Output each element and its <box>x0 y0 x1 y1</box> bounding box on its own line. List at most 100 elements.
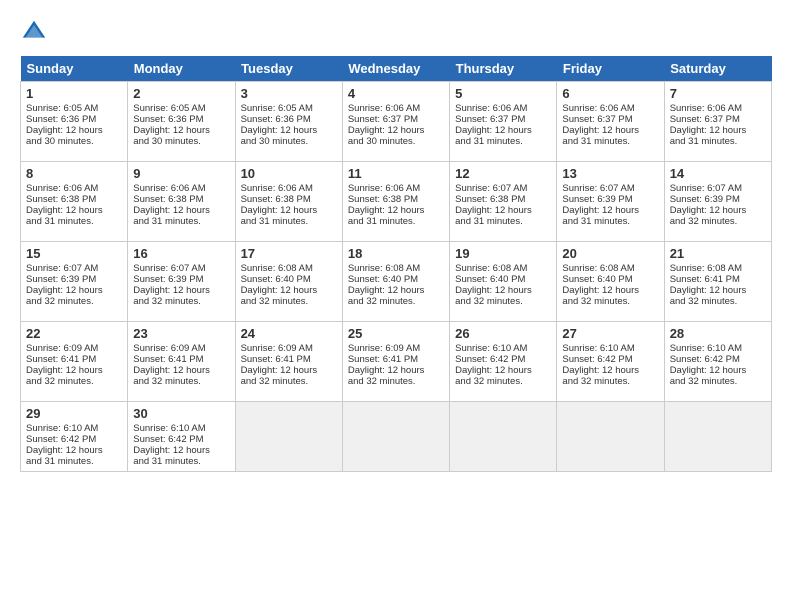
cell-info: Sunrise: 6:07 AM <box>562 183 658 194</box>
calendar-cell: 6Sunrise: 6:06 AMSunset: 6:37 PMDaylight… <box>557 82 664 162</box>
day-number: 17 <box>241 246 337 261</box>
day-number: 20 <box>562 246 658 261</box>
cell-info: and 31 minutes. <box>26 216 122 227</box>
calendar-cell: 20Sunrise: 6:08 AMSunset: 6:40 PMDayligh… <box>557 242 664 322</box>
day-number: 2 <box>133 86 229 101</box>
cell-info: Daylight: 12 hours <box>670 205 766 216</box>
day-number: 22 <box>26 326 122 341</box>
week-row-3: 15 Sunrise: 6:07 AMSunset: 6:39 PM Dayligh… <box>21 242 772 322</box>
cell-info: Daylight: 12 hours <box>241 205 337 216</box>
cell-info: Sunrise: 6:08 AM <box>562 263 658 274</box>
cell-info: Daylight: 12 hours <box>348 285 444 296</box>
cell-info: Sunrise: 6:10 AM <box>133 423 229 434</box>
day-header-saturday: Saturday <box>664 56 771 82</box>
calendar-cell: 1Sunrise: 6:05 AMSunset: 6:36 PMDaylight… <box>21 82 128 162</box>
cell-info: Sunset: 6:37 PM <box>670 114 766 125</box>
calendar-cell: 24Sunrise: 6:09 AMSunset: 6:41 PMDayligh… <box>235 322 342 402</box>
cell-info: Daylight: 12 hours <box>133 125 229 136</box>
cell-info: and 32 minutes. <box>455 376 551 387</box>
cell-info: Sunset: 6:38 PM <box>133 194 229 205</box>
cell-info: Sunset: 6:37 PM <box>348 114 444 125</box>
cell-info: and 32 minutes. <box>670 296 766 307</box>
cell-info: and 32 minutes. <box>562 296 658 307</box>
day-number: 26 <box>455 326 551 341</box>
cell-info: and 31 minutes. <box>562 216 658 227</box>
cell-info: Sunset: 6:39 PM <box>26 274 122 285</box>
cell-info: Daylight: 12 hours <box>133 445 229 456</box>
cell-info: Sunrise: 6:07 AM <box>26 263 122 274</box>
cell-info: Sunrise: 6:09 AM <box>26 343 122 354</box>
cell-info: Sunrise: 6:06 AM <box>670 103 766 114</box>
cell-info: Sunset: 6:37 PM <box>562 114 658 125</box>
cell-info: and 32 minutes. <box>133 376 229 387</box>
cell-info: and 32 minutes. <box>670 376 766 387</box>
cell-info: Sunset: 6:39 PM <box>562 194 658 205</box>
calendar-cell: 16Sunrise: 6:07 AMSunset: 6:39 PMDayligh… <box>128 242 235 322</box>
cell-info: Daylight: 12 hours <box>26 445 122 456</box>
cell-info: Daylight: 12 hours <box>133 285 229 296</box>
cell-info: Daylight: 12 hours <box>455 365 551 376</box>
cell-info: Sunrise: 6:06 AM <box>133 183 229 194</box>
cell-info: Daylight: 12 hours <box>562 365 658 376</box>
calendar-cell: 17Sunrise: 6:08 AMSunset: 6:40 PMDayligh… <box>235 242 342 322</box>
cell-info: Daylight: 12 hours <box>670 125 766 136</box>
cell-info: Sunrise: 6:07 AM <box>670 183 766 194</box>
header <box>20 18 772 46</box>
calendar-cell: 22Sunrise: 6:09 AMSunset: 6:41 PMDayligh… <box>21 322 128 402</box>
day-number: 11 <box>348 166 444 181</box>
cell-info: Sunrise: 6:06 AM <box>241 183 337 194</box>
calendar-cell: 7 Sunrise: 6:06 AMSunset: 6:37 PMDaylight… <box>664 82 771 162</box>
day-number: 16 <box>133 246 229 261</box>
cell-info: Sunset: 6:37 PM <box>455 114 551 125</box>
cell-info: Daylight: 12 hours <box>26 365 122 376</box>
cell-info: and 30 minutes. <box>348 136 444 147</box>
day-number: 4 <box>348 86 444 101</box>
day-header-wednesday: Wednesday <box>342 56 449 82</box>
day-number: 15 <box>26 246 122 261</box>
week-row-5: 29Sunrise: 6:10 AMSunset: 6:42 PMDayligh… <box>21 402 772 472</box>
cell-info: and 31 minutes. <box>348 216 444 227</box>
day-header-friday: Friday <box>557 56 664 82</box>
calendar-cell: 21Sunrise: 6:08 AMSunset: 6:41 PMDayligh… <box>664 242 771 322</box>
cell-info: and 32 minutes. <box>348 296 444 307</box>
calendar-cell: 29Sunrise: 6:10 AMSunset: 6:42 PMDayligh… <box>21 402 128 472</box>
cell-info: Sunrise: 6:10 AM <box>670 343 766 354</box>
cell-info: and 31 minutes. <box>562 136 658 147</box>
calendar-cell: 26Sunrise: 6:10 AMSunset: 6:42 PMDayligh… <box>450 322 557 402</box>
page: SundayMondayTuesdayWednesdayThursdayFrid… <box>0 0 792 612</box>
calendar-cell: 25Sunrise: 6:09 AMSunset: 6:41 PMDayligh… <box>342 322 449 402</box>
cell-info: Daylight: 12 hours <box>670 365 766 376</box>
day-number: 7 <box>670 86 766 101</box>
cell-info: Daylight: 12 hours <box>670 285 766 296</box>
cell-info: Daylight: 12 hours <box>348 125 444 136</box>
day-number: 5 <box>455 86 551 101</box>
cell-info: and 32 minutes. <box>241 296 337 307</box>
cell-info: Sunset: 6:36 PM <box>241 114 337 125</box>
day-number: 27 <box>562 326 658 341</box>
cell-info: Sunset: 6:40 PM <box>455 274 551 285</box>
cell-info: Sunset: 6:36 PM <box>133 114 229 125</box>
cell-info: Daylight: 12 hours <box>562 125 658 136</box>
day-number: 21 <box>670 246 766 261</box>
cell-info: Sunrise: 6:06 AM <box>348 183 444 194</box>
cell-info: Daylight: 12 hours <box>241 285 337 296</box>
cell-info: Sunset: 6:41 PM <box>133 354 229 365</box>
cell-info: Daylight: 12 hours <box>455 125 551 136</box>
calendar-cell: 15Sunrise: 6:07 AMSunset: 6:39 PMDayligh… <box>21 242 128 322</box>
calendar-cell: 4Sunrise: 6:06 AMSunset: 6:37 PMDaylight… <box>342 82 449 162</box>
cell-info: Sunset: 6:41 PM <box>241 354 337 365</box>
cell-info: Daylight: 12 hours <box>455 205 551 216</box>
cell-info: Sunset: 6:39 PM <box>670 194 766 205</box>
cell-info: Daylight: 12 hours <box>562 285 658 296</box>
cell-info: Sunset: 6:38 PM <box>455 194 551 205</box>
week-row-2: 8Sunrise: 6:06 AMSunset: 6:38 PMDaylight… <box>21 162 772 242</box>
cell-info: and 32 minutes. <box>26 376 122 387</box>
cell-info: Daylight: 12 hours <box>562 205 658 216</box>
day-header-thursday: Thursday <box>450 56 557 82</box>
cell-info: Daylight: 12 hours <box>241 125 337 136</box>
calendar-cell <box>235 402 342 472</box>
cell-info: and 32 minutes. <box>26 296 122 307</box>
cell-info: and 31 minutes. <box>455 136 551 147</box>
calendar-cell: 10Sunrise: 6:06 AMSunset: 6:38 PMDayligh… <box>235 162 342 242</box>
cell-info: and 32 minutes. <box>562 376 658 387</box>
